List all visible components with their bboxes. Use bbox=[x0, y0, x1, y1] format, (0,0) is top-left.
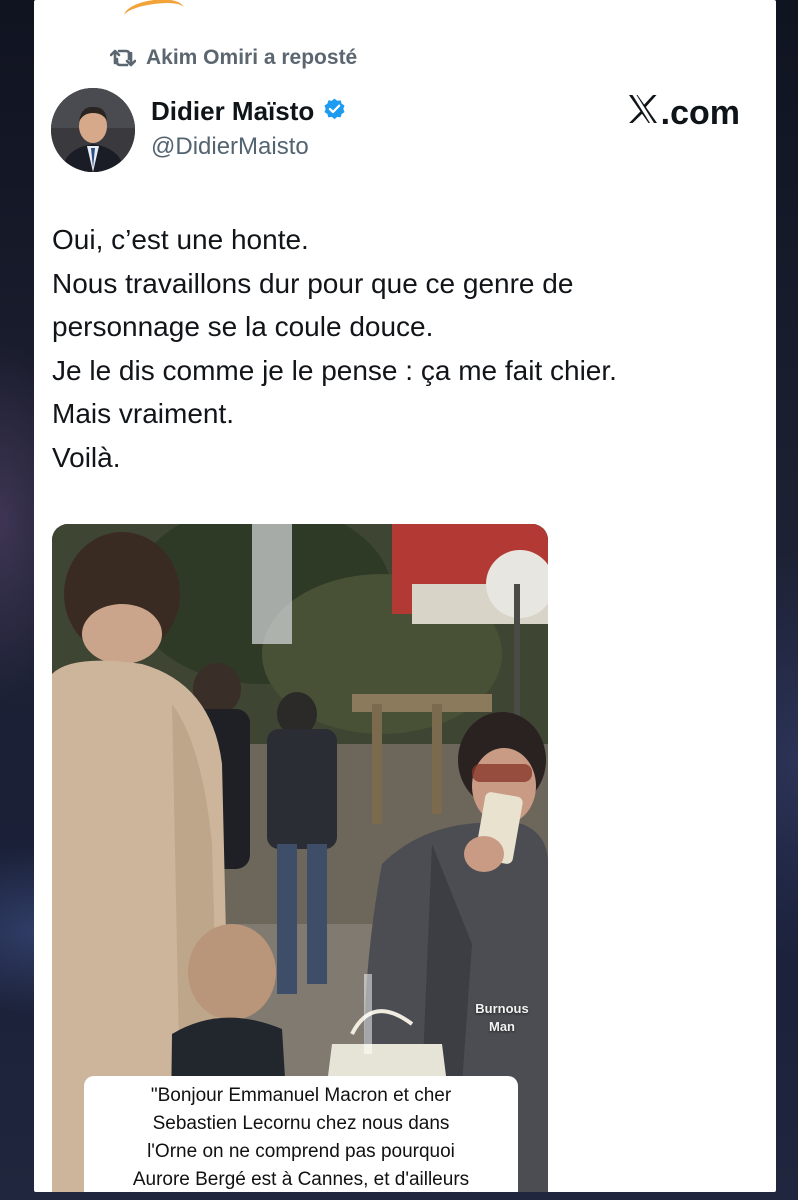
tweet-line: personnage se la coule douce. bbox=[52, 311, 434, 342]
author-name[interactable]: Didier Maïsto bbox=[151, 96, 314, 127]
caption-line: l'Orne on ne comprend pas pourquoi bbox=[147, 1141, 455, 1162]
verified-badge-icon bbox=[322, 97, 347, 127]
x-com-label: .com bbox=[660, 94, 740, 132]
author-handle[interactable]: @DidierMaisto bbox=[151, 133, 347, 161]
author-avatar[interactable] bbox=[51, 88, 135, 172]
caption-line: Sebastien Lecornu chez nous dans bbox=[152, 1113, 450, 1134]
author-block: Didier Maïsto @DidierMaisto bbox=[151, 96, 347, 161]
repost-indicator[interactable]: Akim Omiri a reposté bbox=[110, 46, 357, 70]
tweet-line: Je le dis comme je le pense : ça me fait… bbox=[52, 354, 617, 386]
caption-line: "Bonjour Emmanuel Macron et cher bbox=[150, 1085, 452, 1106]
repost-label: Akim Omiri a reposté bbox=[146, 46, 358, 69]
x-logo-icon bbox=[627, 94, 659, 133]
x-com-logo: .com bbox=[627, 94, 740, 133]
tweet-line: Oui, c’est une honte. bbox=[52, 224, 309, 255]
tweet-line: Nous travaillons dur pour que ce genre d… bbox=[52, 267, 574, 299]
repost-icon bbox=[110, 47, 136, 69]
tweet-media[interactable]: Burnous Man "Bonjour Emmanuel Macron et … bbox=[52, 524, 548, 1192]
tweet-line: Mais vraiment. bbox=[52, 398, 235, 429]
tweet-card: Akim Omiri a reposté Didier Maïsto @Didi… bbox=[34, 0, 776, 1192]
caption-line: Aurore Bergé est à Cannes, et d'ailleurs bbox=[132, 1169, 470, 1190]
tweet-line: Voilà. bbox=[52, 441, 121, 473]
tweet-text: Oui, c’est une honte. Nous travaillons d… bbox=[52, 218, 752, 479]
media-caption: "Bonjour Emmanuel Macron et cher Sebasti… bbox=[84, 1076, 518, 1192]
media-watermark: Burnous Man bbox=[475, 1001, 529, 1034]
